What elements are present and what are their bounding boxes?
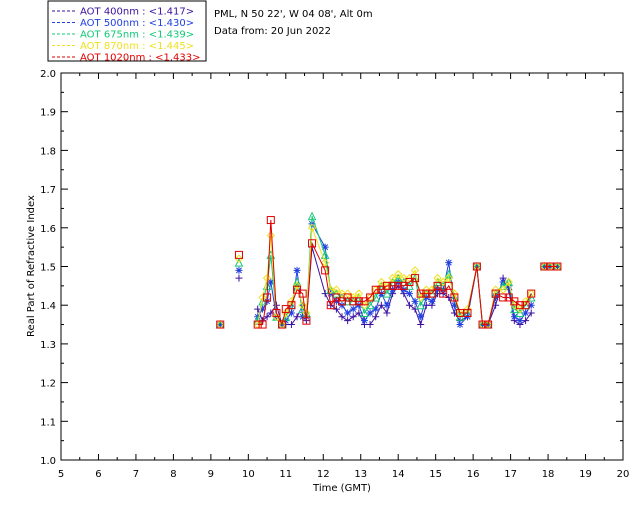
legend-label: AOT 500nm : <1.430> bbox=[80, 18, 194, 29]
data-point bbox=[360, 317, 368, 325]
data-point bbox=[344, 309, 352, 317]
data-point bbox=[344, 317, 352, 325]
data-point bbox=[411, 297, 419, 305]
y-tick-label: 1.8 bbox=[40, 146, 56, 157]
data-point bbox=[293, 266, 301, 274]
x-axis-label: Time (GMT) bbox=[312, 483, 371, 494]
station-info: PML, N 50 22', W 04 08', Alt 0m bbox=[214, 9, 373, 20]
data-point bbox=[235, 274, 243, 282]
x-tick-label: 13 bbox=[354, 469, 367, 480]
x-tick-label: 17 bbox=[504, 469, 517, 480]
data-point bbox=[445, 259, 453, 267]
y-tick-label: 1.7 bbox=[40, 185, 56, 196]
y-tick-label: 1.9 bbox=[40, 108, 56, 119]
legend-label: AOT 870nm : <1.445> bbox=[80, 41, 194, 52]
data-point bbox=[287, 321, 295, 329]
data-point bbox=[405, 301, 413, 309]
data-date: Data from: 20 Jun 2022 bbox=[214, 26, 331, 37]
data-point bbox=[366, 321, 374, 329]
legend-label: AOT 400nm : <1.417> bbox=[80, 7, 194, 18]
data-point bbox=[383, 301, 391, 309]
data-point bbox=[349, 305, 357, 313]
x-tick-label: 15 bbox=[429, 469, 442, 480]
axis-tick-labels: 5 6 7 8 9 10 11 12 13 14 15 16 17 18 19 20 1.0 1.1 1.2 1.3 1… bbox=[40, 69, 629, 480]
y-tick-label: 1.0 bbox=[40, 456, 56, 467]
refractive-index-chart: AOT 400nm : <1.417>AOT 500nm : <1.430>AO… bbox=[26, 0, 629, 494]
axis-ticks bbox=[60, 72, 624, 461]
x-tick-label: 5 bbox=[58, 469, 64, 480]
x-tick-label: 12 bbox=[317, 469, 330, 480]
x-tick-label: 16 bbox=[467, 469, 480, 480]
plot-frame bbox=[60, 72, 624, 461]
data-point bbox=[428, 297, 436, 305]
y-tick-label: 2.0 bbox=[40, 69, 56, 80]
data-point bbox=[516, 317, 524, 325]
data-point bbox=[349, 313, 357, 321]
x-tick-label: 20 bbox=[617, 469, 630, 480]
x-tick-label: 18 bbox=[542, 469, 555, 480]
data-series bbox=[215, 211, 562, 329]
data-point bbox=[417, 321, 425, 329]
data-point bbox=[417, 313, 425, 321]
legend-label: AOT 1020nm : <1.433> bbox=[80, 53, 200, 64]
y-tick-label: 1.4 bbox=[40, 301, 56, 312]
series-4 bbox=[216, 216, 562, 329]
y-tick-label: 1.1 bbox=[40, 417, 56, 428]
x-tick-label: 19 bbox=[579, 469, 592, 480]
y-tick-label: 1.6 bbox=[40, 224, 56, 235]
data-point bbox=[338, 313, 346, 321]
y-axis-label: Real Part of Refractive Index bbox=[26, 195, 37, 337]
x-tick-label: 6 bbox=[95, 469, 101, 480]
y-tick-label: 1.3 bbox=[40, 340, 56, 351]
x-tick-label: 8 bbox=[170, 469, 176, 480]
data-point bbox=[372, 313, 380, 321]
data-point bbox=[383, 309, 391, 317]
x-tick-label: 14 bbox=[392, 469, 405, 480]
y-tick-label: 1.2 bbox=[40, 379, 56, 390]
y-tick-label: 1.5 bbox=[40, 263, 56, 274]
data-point bbox=[405, 290, 413, 298]
x-tick-label: 9 bbox=[208, 469, 214, 480]
data-point bbox=[456, 321, 464, 329]
x-tick-label: 7 bbox=[133, 469, 139, 480]
x-tick-label: 10 bbox=[242, 469, 255, 480]
legend-label: AOT 675nm : <1.439> bbox=[80, 30, 194, 41]
data-point bbox=[235, 266, 243, 274]
x-tick-label: 11 bbox=[279, 469, 292, 480]
